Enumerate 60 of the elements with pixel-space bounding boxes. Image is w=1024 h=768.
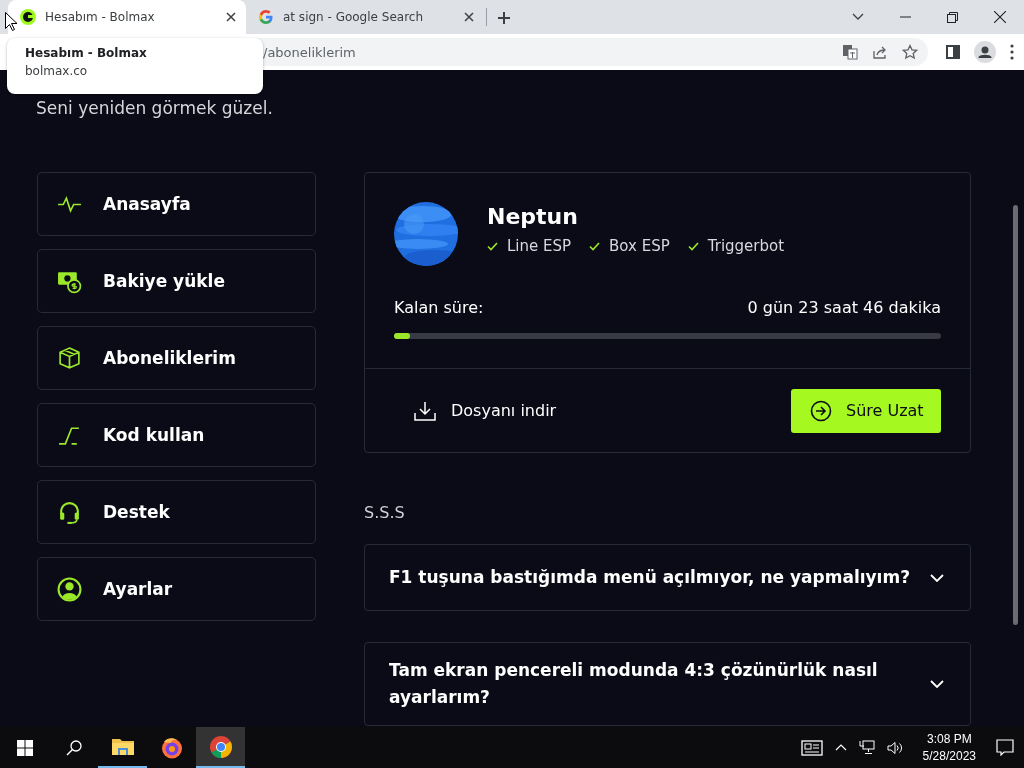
remaining-label: Kalan süre: [394, 298, 484, 317]
headset-icon [57, 499, 82, 525]
extend-button[interactable]: Süre Uzat [791, 388, 941, 433]
browser-tab[interactable]: at sign - Google Search [246, 0, 484, 34]
side-panel-icon[interactable] [946, 45, 960, 59]
windows-icon [16, 739, 33, 756]
faq-question: Tam ekran pencereli modunda 4:3 çözünürlük nasıl ayarlarım? [389, 659, 879, 709]
faq-item[interactable]: F1 tuşuna bastığımda menü açılmıyor, ne yapmalıyım? [364, 544, 971, 611]
sidebar-item[interactable]: Ayarlar [37, 557, 316, 621]
feature-label: Triggerbot [707, 237, 785, 255]
close-icon[interactable] [464, 12, 474, 22]
check-icon [487, 241, 498, 251]
firefox-icon [159, 735, 184, 760]
cursor-icon [5, 12, 17, 31]
greeting-text: Seni yeniden görmek güzel. [36, 98, 273, 118]
feature-label: Line ESP [507, 237, 572, 255]
sidebar-item[interactable]: Bakiye yükle [37, 249, 316, 313]
scrollbar-thumb[interactable] [1013, 205, 1018, 625]
close-icon[interactable] [994, 11, 1006, 23]
chrome-icon [208, 734, 233, 759]
download-link[interactable]: Dosyanı indir [414, 400, 557, 421]
feature-label: Box ESP [609, 237, 670, 255]
tab-title: Hesabım - Bolmax [45, 10, 156, 24]
arrow-circle-icon [810, 399, 832, 422]
box-icon [57, 345, 82, 371]
user-icon [57, 576, 82, 602]
sidebar-item[interactable]: Kod kullan [37, 403, 316, 467]
caret-up-icon[interactable] [834, 744, 847, 751]
news-icon[interactable] [800, 739, 823, 756]
tooltip-domain: bolmax.co [25, 64, 88, 78]
sidebar-item[interactable]: Anasayfa [37, 172, 316, 236]
profile-icon[interactable] [974, 41, 996, 63]
product-name: Neptun [487, 204, 579, 229]
translate-icon[interactable] [842, 44, 858, 60]
search-icon [65, 739, 82, 756]
new-tab-icon[interactable] [497, 11, 511, 25]
star-icon[interactable] [902, 44, 918, 60]
tab-title: at sign - Google Search [283, 10, 424, 24]
menu-icon[interactable] [1010, 44, 1014, 60]
caret-down-icon[interactable] [852, 13, 864, 21]
browser-tab[interactable]: Hesabım - Bolmax [8, 0, 246, 34]
faq-item[interactable]: Tam ekran pencereli modunda 4:3 çözünürlük nasıl ayarlarım? [364, 642, 971, 726]
sidebar-item[interactable]: Destek [37, 480, 316, 544]
check-icon [687, 241, 699, 251]
faq-heading: S.S.S [364, 503, 405, 522]
clock[interactable]: 3:08 PM 5/28/2023 [922, 730, 976, 765]
volume-icon[interactable] [886, 740, 903, 755]
faq-question: F1 tuşuna bastığımda menü açılmıyor, ne yapmalıyım? [389, 566, 910, 589]
favicon-icon [20, 9, 36, 25]
share-icon[interactable] [872, 44, 888, 60]
remaining-time: 0 gün 23 saat 46 dakika [747, 298, 941, 317]
network-icon[interactable] [858, 740, 875, 755]
check-icon [589, 241, 601, 251]
google-icon [258, 9, 274, 25]
restore-icon[interactable] [947, 11, 958, 23]
sidebar-item[interactable]: Aboneliklerim [37, 326, 316, 390]
close-icon[interactable] [226, 12, 236, 22]
download-icon [414, 400, 436, 421]
taskbar-app[interactable] [196, 727, 245, 768]
notification-icon[interactable] [996, 739, 1014, 756]
